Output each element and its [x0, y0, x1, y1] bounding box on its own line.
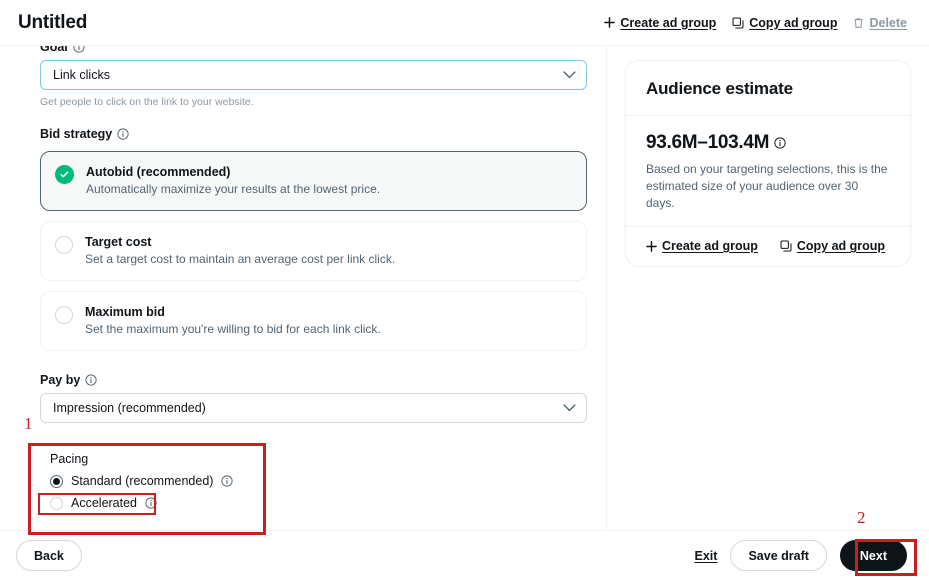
pacing-option-standard[interactable]: Standard (recommended): [50, 474, 584, 488]
bid-strategy-label: Bid strategy: [40, 127, 584, 141]
check-circle-icon: [55, 165, 74, 184]
campaign-form-column: Goal Link clicks Get people to click on …: [0, 46, 607, 530]
bid-option-autobid-desc: Automatically maximize your results at t…: [86, 182, 381, 196]
chevron-down-icon: [563, 71, 576, 79]
pacing-label: Pacing: [50, 452, 89, 466]
next-button[interactable]: Next: [839, 540, 907, 571]
exit-link[interactable]: Exit: [695, 549, 718, 563]
audience-estimate-value: 93.6M–103.4M: [646, 132, 770, 153]
copy-icon: [732, 17, 744, 29]
info-icon[interactable]: [774, 137, 786, 149]
plus-icon: [646, 240, 657, 252]
chevron-down-icon: [563, 404, 576, 412]
header-create-ad-group-button[interactable]: Create ad group: [604, 16, 716, 30]
info-icon[interactable]: [85, 374, 97, 386]
header-copy-ad-group-button[interactable]: Copy ad group: [732, 16, 837, 30]
pay-by-select-value: Impression (recommended): [53, 401, 206, 415]
page-title: Untitled: [18, 11, 88, 33]
wizard-footer: Back Exit Save draft Next: [0, 530, 929, 580]
footer-right-actions: Exit Save draft Next: [695, 540, 907, 571]
page-header: Untitled Create ad group Copy ad group D…: [0, 0, 929, 46]
goal-select-value: Link clicks: [53, 68, 110, 82]
goal-label-text: Goal: [40, 46, 68, 54]
pacing-option-standard-label: Standard (recommended): [71, 474, 214, 488]
trash-icon: [853, 17, 864, 29]
info-icon[interactable]: [73, 46, 85, 53]
header-actions: Create ad group Copy ad group Delete: [604, 16, 907, 30]
bid-option-target-cost-texts: Target cost Set a target cost to maintai…: [85, 233, 395, 268]
header-delete-button[interactable]: Delete: [853, 16, 907, 30]
info-icon[interactable]: [221, 475, 234, 487]
bid-strategy-label-text: Bid strategy: [40, 127, 113, 141]
goal-select[interactable]: Link clicks: [40, 60, 587, 90]
audience-estimate-value-row: 93.6M–103.4M: [646, 132, 890, 154]
estimate-copy-ad-group-label: Copy ad group: [796, 239, 886, 253]
pacing-option-accelerated[interactable]: Accelerated: [50, 496, 584, 510]
save-draft-button[interactable]: Save draft: [730, 540, 827, 571]
card-divider: [626, 115, 910, 116]
copy-icon: [780, 240, 792, 252]
info-icon[interactable]: [117, 128, 129, 140]
radio-unselected-icon: [50, 496, 63, 510]
goal-label: Goal: [40, 46, 584, 54]
audience-estimate-actions: Create ad group Copy ad group: [626, 226, 910, 266]
bid-option-maximum-bid[interactable]: Maximum bid Set the maximum you're willi…: [40, 291, 587, 351]
radio-unselected-icon: [55, 306, 73, 324]
ads-campaign-setup-screen: Untitled Create ad group Copy ad group D…: [0, 0, 929, 580]
bid-option-target-cost-title: Target cost: [85, 235, 152, 249]
pay-by-label: Pay by: [40, 373, 584, 387]
goal-hint: Get people to click on the link to your …: [40, 96, 254, 108]
estimate-create-ad-group-button[interactable]: Create ad group: [646, 239, 758, 253]
body-area: Goal Link clicks Get people to click on …: [0, 46, 929, 530]
info-icon[interactable]: [145, 497, 157, 509]
pacing-section: Pacing Standard (recommended) Accelerate…: [40, 443, 584, 510]
audience-estimate-title: Audience estimate: [646, 79, 793, 98]
bid-option-autobid[interactable]: Autobid (recommended) Automatically maxi…: [40, 151, 587, 211]
radio-selected-icon: [50, 474, 63, 488]
estimate-create-ad-group-label: Create ad group: [662, 239, 758, 253]
pay-by-label-text: Pay by: [40, 373, 81, 387]
plus-icon: [604, 17, 616, 28]
back-button[interactable]: Back: [16, 540, 82, 571]
header-create-ad-group-label: Create ad group: [620, 15, 717, 30]
pacing-option-accelerated-label: Accelerated: [71, 496, 138, 510]
estimate-copy-ad-group-button[interactable]: Copy ad group: [780, 239, 885, 253]
bid-option-maximum-bid-desc: Set the maximum you're willing to bid fo…: [85, 322, 381, 336]
bid-option-autobid-title: Autobid (recommended): [86, 165, 231, 179]
radio-unselected-icon: [55, 236, 73, 254]
bid-option-maximum-bid-title: Maximum bid: [85, 305, 165, 319]
header-delete-label: Delete: [869, 15, 907, 30]
header-copy-ad-group-label: Copy ad group: [749, 15, 838, 30]
bid-option-target-cost-desc: Set a target cost to maintain an average…: [85, 252, 396, 266]
bid-option-autobid-texts: Autobid (recommended) Automatically maxi…: [86, 163, 380, 198]
bid-option-target-cost[interactable]: Target cost Set a target cost to maintai…: [40, 221, 587, 281]
bid-option-maximum-bid-texts: Maximum bid Set the maximum you're willi…: [85, 303, 381, 338]
audience-estimate-card: Audience estimate 93.6M–103.4M Based on …: [625, 60, 911, 267]
next-button-wrapper: Next: [839, 540, 907, 571]
audience-estimate-column: Audience estimate 93.6M–103.4M Based on …: [607, 46, 929, 530]
audience-estimate-description: Based on your targeting selections, this…: [646, 162, 888, 210]
pay-by-select[interactable]: Impression (recommended): [40, 393, 587, 423]
